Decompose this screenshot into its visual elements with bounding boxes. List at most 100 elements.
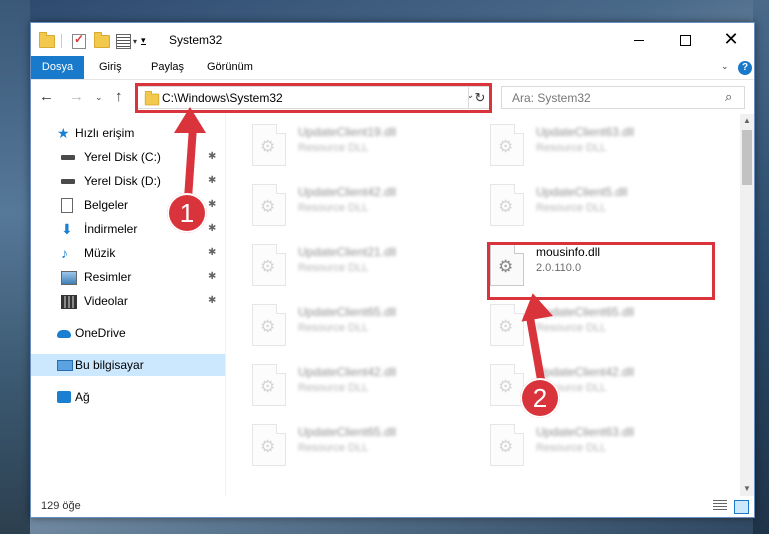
sidebar-item-local-disk-d[interactable]: Yerel Disk (D:) ✱ (31, 170, 225, 192)
file-item[interactable]: ⚙ UpdateClient65.dll Resource DLL (226, 298, 456, 350)
scroll-thumb[interactable] (742, 130, 752, 185)
scroll-up-icon[interactable]: ▲ (740, 114, 754, 128)
sidebar-item-label: İndirmeler (84, 222, 138, 236)
ribbon-tabs: Dosya Giriş Paylaş Görünüm ⌄ ? (31, 56, 754, 80)
gear-icon: ⚙ (498, 317, 514, 336)
sidebar-item-label: Videolar (84, 294, 128, 308)
pin-icon[interactable]: ✱ (208, 194, 216, 216)
tab-share[interactable]: Paylaş (151, 56, 184, 79)
file-name: UpdateClient5.dll (536, 185, 628, 199)
desktop-wallpaper-right (753, 0, 769, 534)
qat-customize-icon[interactable]: ▾ (141, 36, 146, 45)
sidebar-item-label: Yerel Disk (C:) (84, 150, 161, 164)
minimize-button[interactable] (616, 23, 662, 55)
file-description: Resource DLL (298, 322, 369, 334)
sidebar-item-label: Ağ (75, 390, 90, 404)
explorer-window: ▾ ▾ System32 ✕ Dosya Giriş Paylaş Görünü… (30, 22, 755, 518)
tab-file[interactable]: Dosya (31, 56, 84, 79)
network-icon (57, 391, 71, 403)
file-description: Resource DLL (298, 382, 369, 394)
search-placeholder: Ara: System32 (512, 91, 591, 105)
sidebar-item-local-disk-c[interactable]: Yerel Disk (C:) ✱ (31, 146, 225, 168)
gear-icon: ⚙ (260, 137, 276, 156)
window-title: System32 (169, 33, 223, 47)
new-folder-icon[interactable] (94, 31, 110, 48)
drive-icon (61, 179, 75, 184)
pin-icon[interactable]: ✱ (208, 146, 216, 168)
sidebar-item-onedrive[interactable]: OneDrive (31, 322, 225, 344)
status-bar: 129 öğe (31, 496, 754, 517)
gear-icon: ⚙ (498, 137, 514, 156)
file-name: UpdateClient19.dll (298, 125, 397, 139)
file-name: UpdateClient63.dll (536, 425, 635, 439)
file-item[interactable]: ⚙ UpdateClient65.dll Resource DLL (464, 298, 694, 350)
tab-home[interactable]: Giriş (99, 56, 122, 79)
file-name: UpdateClient21.dll (298, 245, 397, 259)
file-item[interactable]: ⚙ UpdateClient63.dll Resource DLL (464, 118, 694, 170)
toolbar-divider (61, 34, 62, 48)
expand-ribbon-icon[interactable]: ⌄ (721, 61, 729, 72)
computer-icon (57, 360, 73, 371)
up-arrow-icon[interactable]: ↑ (115, 88, 123, 105)
forward-arrow-icon[interactable]: → (69, 88, 84, 105)
file-description: Resource DLL (298, 142, 369, 154)
file-name: UpdateClient42.dll (298, 185, 397, 199)
back-arrow-icon[interactable]: ← (39, 88, 54, 105)
gear-icon: ⚙ (260, 317, 276, 336)
tab-view[interactable]: Görünüm (207, 56, 253, 79)
details-view-icon[interactable] (713, 500, 727, 512)
vertical-scrollbar[interactable]: ▲ ▼ (740, 114, 754, 496)
file-item[interactable]: ⚙ UpdateClient42.dll Resource DLL (226, 358, 456, 410)
tiles-view-icon[interactable] (734, 500, 749, 514)
file-name: UpdateClient42.dll (536, 365, 635, 379)
gear-icon: ⚙ (260, 437, 276, 456)
file-name: UpdateClient65.dll (298, 305, 397, 319)
annotation-arrow-1-head (174, 107, 206, 133)
properties-check-icon[interactable] (72, 32, 86, 49)
file-item[interactable]: ⚙ UpdateClient42.dll Resource DLL (464, 358, 694, 410)
desktop-wallpaper-left (0, 0, 30, 534)
file-name: UpdateClient42.dll (298, 365, 397, 379)
document-icon (61, 198, 73, 213)
sidebar-item-label: Belgeler (84, 198, 129, 212)
sidebar-item-videos[interactable]: Videolar ✱ (31, 290, 225, 312)
file-list: ⚙ UpdateClient19.dll Resource DLL ⚙ Upda… (226, 114, 740, 496)
sidebar-item-this-pc[interactable]: Bu bilgisayar (31, 354, 225, 376)
file-item[interactable]: ⚙ UpdateClient63.dll Resource DLL (464, 418, 694, 470)
file-item[interactable]: ⚙ UpdateClient19.dll Resource DLL (226, 118, 456, 170)
annotation-highlight-file (487, 242, 715, 300)
sidebar-item-music[interactable]: ♪ Müzik ✱ (31, 242, 225, 264)
pin-icon[interactable]: ✱ (208, 242, 216, 264)
drive-icon (61, 155, 75, 160)
quick-access-toolbar: ▾ ▾ (39, 31, 146, 50)
search-input[interactable]: Ara: System32 ⌕ (501, 86, 745, 109)
recent-locations-icon[interactable]: ⌄ (95, 92, 103, 103)
file-item[interactable]: ⚙ UpdateClient21.dll Resource DLL (226, 238, 456, 290)
sidebar-item-network[interactable]: Ağ (31, 386, 225, 408)
download-arrow-icon: ⬇ (61, 221, 73, 237)
file-description: Resource DLL (536, 322, 607, 334)
pin-icon[interactable]: ✱ (208, 290, 216, 312)
gear-icon: ⚙ (260, 197, 276, 216)
close-icon: ✕ (723, 29, 739, 49)
file-item[interactable]: ⚙ UpdateClient5.dll Resource DLL (464, 178, 694, 230)
title-bar: ▾ ▾ System32 ✕ (31, 23, 754, 56)
sidebar-item-pictures[interactable]: Resimler ✱ (31, 266, 225, 288)
help-icon[interactable]: ? (738, 61, 752, 75)
file-item[interactable]: ⚙ UpdateClient65.dll Resource DLL (226, 418, 456, 470)
customize-view-icon[interactable] (116, 33, 131, 49)
pin-icon[interactable]: ✱ (208, 218, 216, 240)
gear-icon: ⚙ (498, 437, 514, 456)
close-button[interactable]: ✕ (708, 23, 754, 55)
step-badge-2: 2 (520, 378, 560, 418)
maximize-button[interactable] (662, 23, 708, 55)
file-description: Resource DLL (536, 142, 607, 154)
file-item[interactable]: ⚙ UpdateClient42.dll Resource DLL (226, 178, 456, 230)
pin-icon[interactable]: ✱ (208, 170, 216, 192)
pin-icon[interactable]: ✱ (208, 266, 216, 288)
scroll-down-icon[interactable]: ▼ (740, 482, 754, 496)
search-icon[interactable]: ⌕ (725, 89, 732, 105)
chevron-down-icon[interactable]: ▾ (133, 37, 137, 46)
gear-icon: ⚙ (260, 377, 276, 396)
music-note-icon: ♪ (61, 245, 68, 261)
